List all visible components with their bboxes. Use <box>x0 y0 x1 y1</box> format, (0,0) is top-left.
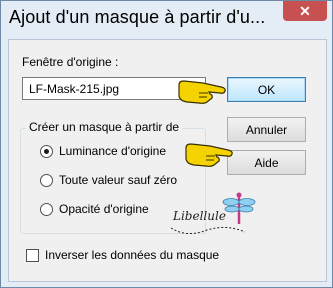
radio-opacity[interactable]: Opacité d'origine <box>40 202 149 216</box>
radio-button[interactable] <box>40 202 53 216</box>
radio-selected-dot <box>44 148 49 154</box>
radio-button[interactable] <box>40 173 53 187</box>
dialog-window: Ajout d'un masque à partir d'u... ✕ Fenê… <box>0 0 333 288</box>
pointing-hand-icon <box>178 80 226 104</box>
invert-mask-option[interactable]: Inverser les données du masque <box>26 248 219 262</box>
pointing-hand-icon <box>185 143 233 167</box>
radio-button[interactable] <box>40 144 53 158</box>
close-button[interactable]: ✕ <box>283 1 327 21</box>
create-mask-group-title: Créer un masque à partir de <box>26 120 183 134</box>
close-icon: ✕ <box>299 3 311 19</box>
radio-label: Luminance d'origine <box>59 144 167 158</box>
dialog-title: Ajout d'un masque à partir d'u... <box>9 7 266 27</box>
cancel-button[interactable]: Annuler <box>227 117 306 142</box>
invert-mask-label: Inverser les données du masque <box>45 248 220 262</box>
radio-label: Toute valeur sauf zéro <box>59 173 178 187</box>
radio-luminance[interactable]: Luminance d'origine <box>40 144 166 158</box>
title-bar: Ajout d'un masque à partir d'u... ✕ <box>1 1 332 39</box>
radio-label: Opacité d'origine <box>59 202 149 216</box>
dialog-body: Fenêtre d'origine : OK Annuler Aide Crée… <box>8 39 327 282</box>
help-button[interactable]: Aide <box>227 150 306 175</box>
invert-mask-checkbox[interactable] <box>26 248 39 262</box>
signature-text: Libellule <box>172 209 226 223</box>
ok-button[interactable]: OK <box>227 77 306 102</box>
libellule-watermark: Libellule <box>170 192 256 234</box>
radio-any-nonzero[interactable]: Toute valeur sauf zéro <box>40 173 177 187</box>
source-window-label: Fenêtre d'origine : <box>22 55 119 69</box>
dragonfly-icon <box>222 192 256 224</box>
